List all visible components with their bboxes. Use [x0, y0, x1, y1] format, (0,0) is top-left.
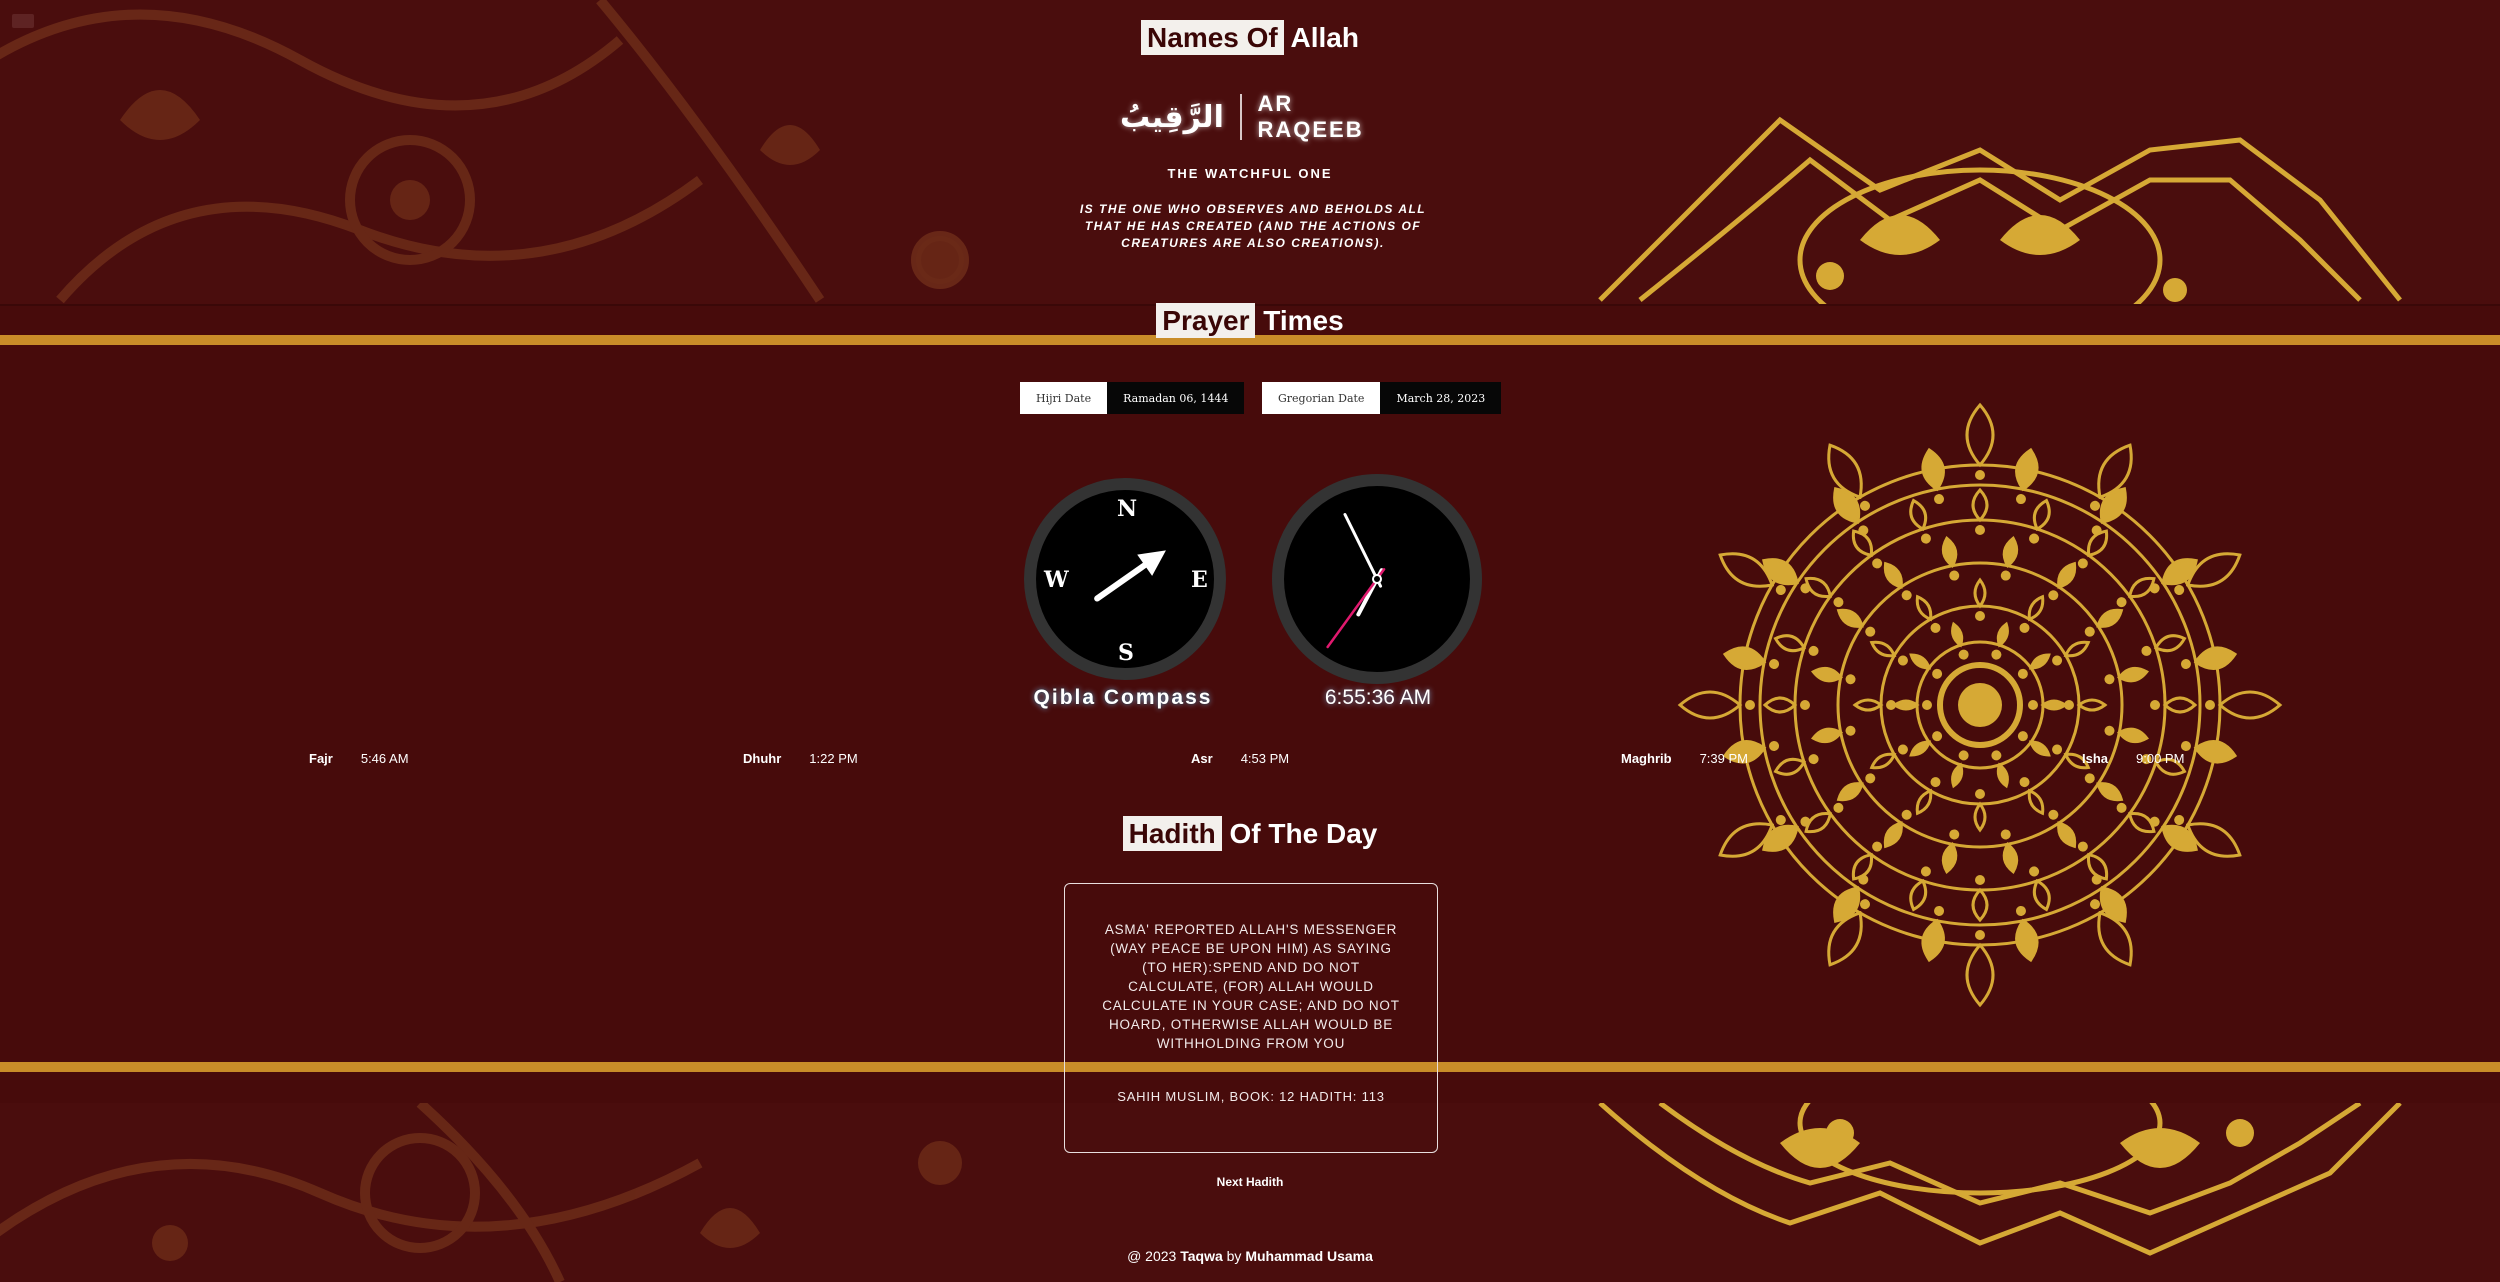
prayer-asr: Asr 4:53 PM: [1191, 751, 1289, 766]
qibla-arrow-icon: [1094, 550, 1166, 602]
names-heading: Names Of Allah: [0, 20, 2500, 55]
digital-time: 6:55:36 AM: [1324, 686, 1432, 709]
prayer-name: Fajr: [309, 751, 333, 766]
hijri-date-value: Ramadan 06, 1444: [1107, 382, 1245, 414]
prayer-name: Dhuhr: [743, 751, 782, 766]
prayer-isha: Isha 9:00 PM: [2082, 751, 2184, 766]
gregorian-date: Gregorian Date March 28, 2023: [1262, 382, 1502, 414]
prayer-time: 4:53 PM: [1240, 751, 1290, 766]
hadith-heading-highlight: Hadith: [1122, 816, 1222, 851]
hadith-text: ASMA' REPORTED ALLAH'S MESSENGER (WAY PE…: [1102, 922, 1400, 1051]
prayer-maghrib: Maghrib 7:39 PM: [1621, 751, 1748, 766]
hadith-heading-rest: Of The Day: [1229, 818, 1378, 849]
gregorian-date-value: March 28, 2023: [1380, 382, 1502, 414]
clock-hands: [1326, 513, 1386, 649]
footer: @ 2023 Taqwa by Muhammad Usama: [0, 1248, 2500, 1264]
prayer-heading-highlight: Prayer: [1156, 303, 1256, 338]
prayer-heading: Prayer Times: [0, 303, 2500, 338]
prayer-heading-rest: Times: [1263, 305, 1344, 336]
next-hadith-button[interactable]: Next Hadith: [0, 1175, 2500, 1189]
prayer-dhuhr: Dhuhr 1:22 PM: [743, 751, 858, 766]
name-explanation: IS THE ONE WHO OBSERVES AND BEHOLDS ALL …: [1079, 202, 1427, 250]
prayer-name: Isha: [2082, 751, 2109, 766]
prayer-time: 7:39 PM: [1699, 751, 1748, 766]
prayer-name: Asr: [1191, 751, 1213, 766]
hijri-date-label: Hijri Date: [1020, 382, 1108, 414]
hadith-heading: Hadith Of The Day: [0, 816, 2500, 851]
prayer-name: Maghrib: [1621, 751, 1672, 766]
footer-brand[interactable]: Taqwa: [1180, 1248, 1223, 1264]
footer-author[interactable]: Muhammad Usama: [1245, 1248, 1373, 1264]
gregorian-date-label: Gregorian Date: [1262, 382, 1381, 414]
prayer-time: 9:00 PM: [2136, 751, 2185, 766]
divine-name-row: الرَّقِيبُ AR RAQEEB: [1120, 91, 1380, 142]
footer-by: by: [1226, 1248, 1242, 1264]
name-divider: [1239, 94, 1242, 140]
qibla-compass-label: Qibla Compass: [1033, 686, 1213, 709]
transliteration: AR RAQEEB: [1257, 91, 1364, 142]
prayer-time: 1:22 PM: [809, 751, 858, 766]
prayer-time: 5:46 AM: [360, 751, 409, 766]
hijri-date: Hijri Date Ramadan 06, 1444: [1020, 382, 1245, 414]
name-meaning: THE WATCHFUL ONE: [1167, 166, 1333, 181]
analog-clock: [1272, 474, 1482, 684]
mandala-ornament: [1677, 402, 2283, 1008]
qibla-compass: N E S W: [1024, 478, 1226, 680]
names-heading-highlight: Names Of: [1141, 20, 1284, 55]
hadith-card: ASMA' REPORTED ALLAH'S MESSENGER (WAY PE…: [1064, 883, 1438, 1153]
names-heading-rest: Allah: [1290, 22, 1359, 53]
prayer-fajr: Fajr 5:46 AM: [309, 751, 409, 766]
footer-copyright: @ 2023: [1127, 1248, 1177, 1264]
hadith-reference: SAHIH MUSLIM, BOOK: 12 HADITH: 113: [1117, 1089, 1385, 1104]
arabic-name: الرَّقِيبُ: [1120, 99, 1224, 135]
